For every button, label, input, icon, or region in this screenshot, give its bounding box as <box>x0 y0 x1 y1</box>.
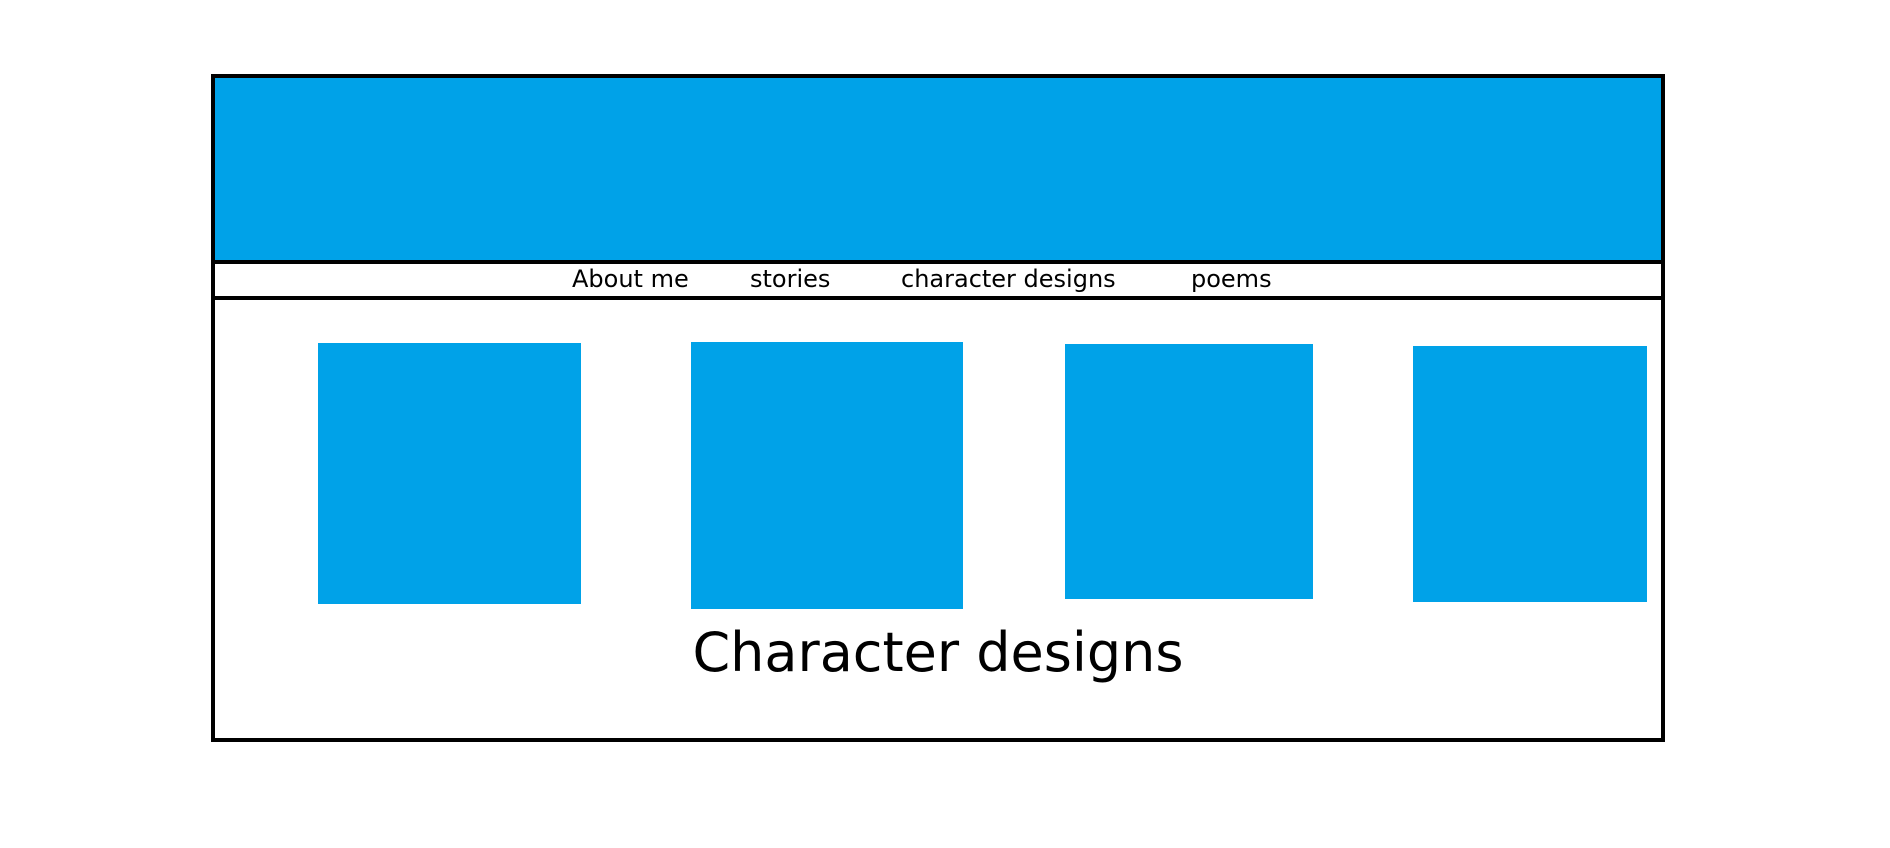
nav-bar: About me stories character designs poems <box>215 260 1661 300</box>
nav-item-stories[interactable]: stories <box>750 264 830 296</box>
design-tile-4[interactable] <box>1413 346 1647 602</box>
design-tile-1[interactable] <box>318 343 581 604</box>
section-heading: Character designs <box>692 621 1184 684</box>
nav-item-about-me[interactable]: About me <box>572 264 689 296</box>
page-frame: About me stories character designs poems… <box>211 74 1665 742</box>
nav-item-poems[interactable]: poems <box>1191 264 1272 296</box>
header-banner <box>215 78 1661 260</box>
design-tile-2[interactable] <box>691 342 963 609</box>
design-tile-3[interactable] <box>1065 344 1313 599</box>
nav-item-character-designs[interactable]: character designs <box>901 264 1116 296</box>
